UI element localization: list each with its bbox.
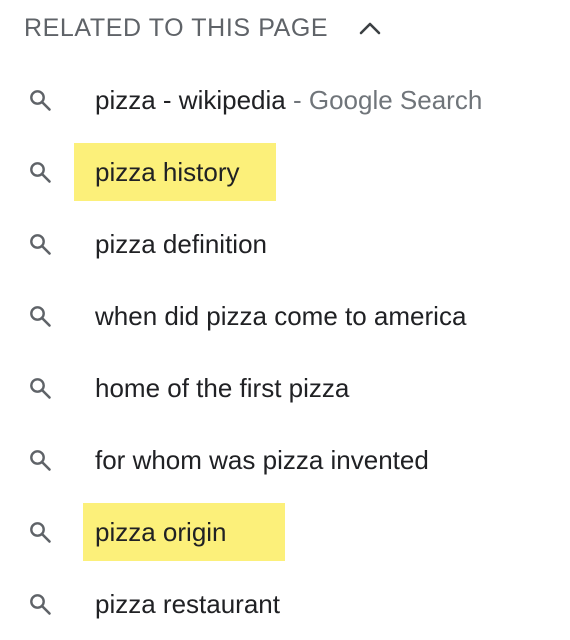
search-icon (30, 450, 51, 471)
related-search-item[interactable]: pizza definition (0, 208, 570, 280)
related-search-label: when did pizza come to america (95, 301, 467, 331)
related-search-item[interactable]: pizza history (0, 136, 570, 208)
related-search-item[interactable]: when did pizza come to america (0, 280, 570, 352)
search-icon (30, 522, 51, 543)
related-search-label: pizza restaurant (95, 589, 280, 619)
related-searches-list: pizza - wikipedia - Google Search pizza … (0, 64, 570, 640)
search-icon (30, 162, 51, 183)
related-search-query: pizza - wikipedia (95, 85, 286, 115)
related-search-label: for whom was pizza invented (95, 445, 429, 475)
search-icon (30, 90, 51, 111)
search-icon (30, 378, 51, 399)
related-search-item[interactable]: pizza - wikipedia - Google Search (0, 64, 570, 136)
collapse-button[interactable] (354, 12, 386, 44)
related-search-label: home of the first pizza (95, 373, 350, 403)
related-search-item[interactable]: pizza origin (0, 496, 570, 568)
search-icon (30, 234, 51, 255)
related-search-label: pizza history (95, 157, 240, 187)
related-search-item[interactable]: pizza restaurant (0, 568, 570, 640)
related-search-label: pizza definition (95, 229, 267, 259)
related-search-label: pizza - wikipedia - Google Search (95, 82, 482, 118)
related-search-label: pizza origin (95, 517, 227, 547)
related-search-item[interactable]: for whom was pizza invented (0, 424, 570, 496)
related-search-item[interactable]: home of the first pizza (0, 352, 570, 424)
search-icon (30, 594, 51, 615)
chevron-up-icon (359, 22, 381, 35)
related-search-suffix: - Google Search (285, 85, 483, 115)
related-header: RELATED TO THIS PAGE (24, 8, 386, 48)
search-icon (30, 306, 51, 327)
related-header-title: RELATED TO THIS PAGE (24, 13, 329, 42)
